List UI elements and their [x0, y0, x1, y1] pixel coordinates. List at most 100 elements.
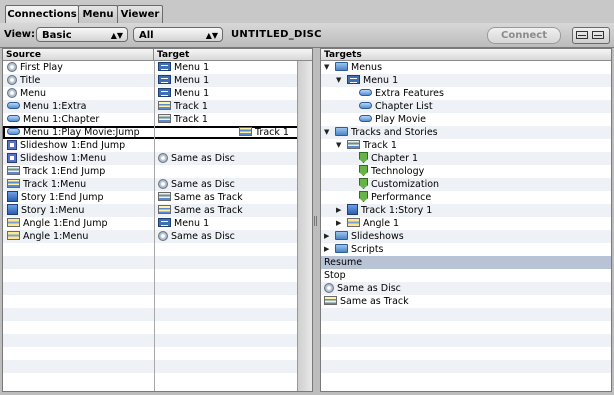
outline-item[interactable]: Performance: [321, 191, 611, 204]
table-row[interactable]: Slideshow 1:End Jump: [3, 139, 299, 152]
target-label: Same as Track: [174, 192, 243, 203]
source-cell: Angle 1:End Jump: [7, 217, 152, 230]
target-label: Track 1: [174, 101, 208, 112]
disclosure-closed-icon[interactable]: ▶: [336, 217, 341, 230]
outline-item-label: Technology: [371, 166, 425, 177]
target-label: Same as Disc: [171, 153, 235, 164]
outline-item[interactable]: ▶ Scripts: [321, 243, 611, 256]
folder-icon: [335, 62, 348, 71]
outline-item[interactable]: ▼ Tracks and Stories: [321, 126, 611, 139]
source-column-header[interactable]: Source: [3, 49, 154, 61]
outline-item[interactable]: Stop: [321, 269, 611, 282]
table-row[interactable]: Menu 1:Extra Track 1: [3, 100, 299, 113]
disclosure-open-icon[interactable]: ▼: [336, 139, 341, 152]
target-column-header[interactable]: Target: [154, 49, 312, 61]
connect-button[interactable]: Connect: [487, 27, 561, 44]
table-row[interactable]: Slideshow 1:Menu Same as Disc: [3, 152, 299, 165]
empty-row: [3, 373, 299, 386]
target-cell[interactable]: Menu 1: [158, 87, 298, 100]
disclosure-open-icon[interactable]: ▼: [336, 74, 341, 87]
angle-icon: [347, 218, 360, 227]
outline-item[interactable]: Technology: [321, 165, 611, 178]
tab-connections[interactable]: Connections: [5, 5, 79, 23]
disc-name: UNTITLED_DISC: [231, 29, 322, 40]
vertical-scrollbar[interactable]: [297, 61, 312, 391]
target-cell[interactable]: Same as Track: [158, 191, 298, 204]
folder-icon: [335, 231, 348, 240]
menu-icon: [158, 75, 171, 84]
target-cell[interactable]: [158, 165, 298, 178]
button-icon: [359, 102, 372, 109]
source-label: Track 1:End Jump: [23, 166, 106, 177]
outline-item[interactable]: Customization: [321, 178, 611, 191]
table-row[interactable]: Story 1:End Jump Same as Track: [3, 191, 299, 204]
target-cell[interactable]: Same as Disc: [158, 178, 298, 191]
target-label: Menu 1: [174, 75, 210, 86]
empty-row: [321, 347, 611, 360]
table-row[interactable]: Menu 1:Chapter Track 1: [3, 113, 299, 126]
outline-item[interactable]: ▶ Slideshows: [321, 230, 611, 243]
target-cell[interactable]: Track 1: [239, 126, 299, 139]
table-row[interactable]: First Play Menu 1: [3, 61, 299, 74]
table-row[interactable]: Angle 1:End Jump Menu 1: [3, 217, 299, 230]
outline-item[interactable]: ▼ Menu 1: [321, 74, 611, 87]
outline-item[interactable]: ▼ Menus: [321, 61, 611, 74]
layout-toggle-button[interactable]: [572, 27, 610, 44]
target-label: Menu 1: [174, 218, 210, 229]
source-label: Slideshow 1:End Jump: [20, 140, 126, 151]
disc-icon: [158, 152, 168, 163]
track-icon: [158, 101, 171, 110]
source-label: Menu 1:Extra: [23, 101, 87, 112]
disclosure-open-icon[interactable]: ▼: [324, 126, 329, 139]
target-cell[interactable]: Menu 1: [158, 217, 298, 230]
table-row[interactable]: Menu Menu 1: [3, 87, 299, 100]
target-cell[interactable]: Menu 1: [158, 61, 298, 74]
table-row[interactable]: Track 1:End Jump: [3, 165, 299, 178]
outline-item[interactable]: Same as Track: [321, 295, 611, 308]
disclosure-closed-icon[interactable]: ▶: [336, 204, 341, 217]
filter-popup[interactable]: All ▲▼: [133, 27, 223, 42]
outline-item[interactable]: ▶ Angle 1: [321, 217, 611, 230]
table-row[interactable]: Track 1:Menu Same as Disc: [3, 178, 299, 191]
slideshow-icon: [7, 152, 17, 163]
table-row[interactable]: Angle 1:Menu Same as Disc: [3, 230, 299, 243]
table-row[interactable]: Menu 1:Play Movie:Jump Track 1: [3, 126, 299, 139]
outline-item[interactable]: Extra Features: [321, 87, 611, 100]
outline-item[interactable]: Same as Disc: [321, 282, 611, 295]
disc-icon: [324, 282, 334, 293]
outline-item[interactable]: Chapter List: [321, 100, 611, 113]
target-cell[interactable]: [158, 139, 298, 152]
menu-icon: [158, 62, 171, 71]
disclosure-closed-icon[interactable]: ▶: [324, 230, 329, 243]
menu-icon: [158, 88, 171, 97]
disclosure-closed-icon[interactable]: ▶: [324, 243, 329, 256]
outline-item[interactable]: Chapter 1: [321, 152, 611, 165]
outline-item[interactable]: Play Movie: [321, 113, 611, 126]
target-label: Menu 1: [174, 62, 210, 73]
view-popup[interactable]: Basic ▲▼: [36, 27, 128, 42]
table-row[interactable]: Title Menu 1: [3, 74, 299, 87]
outline-item-label: Extra Features: [375, 88, 444, 99]
tab-viewer[interactable]: Viewer: [117, 5, 163, 23]
source-cell: Track 1:End Jump: [7, 165, 152, 178]
outline-item[interactable]: Resume: [321, 256, 611, 269]
targets-header: Targets: [321, 49, 611, 61]
target-cell[interactable]: Same as Disc: [158, 230, 298, 243]
pane-splitter[interactable]: [313, 48, 319, 392]
outline-item[interactable]: ▶ Track 1:Story 1: [321, 204, 611, 217]
empty-row: [3, 334, 299, 347]
target-cell[interactable]: Same as Track: [158, 204, 298, 217]
source-cell: Angle 1:Menu: [7, 230, 152, 243]
tab-menu[interactable]: Menu: [78, 5, 118, 23]
outline-item-label: Play Movie: [375, 114, 426, 125]
target-cell[interactable]: Same as Disc: [158, 152, 298, 165]
outline-item[interactable]: ▼ Track 1: [321, 139, 611, 152]
target-cell[interactable]: Track 1: [158, 100, 298, 113]
table-row[interactable]: Story 1:Menu Same as Track: [3, 204, 299, 217]
source-label: Story 1:Menu: [21, 205, 85, 216]
outline-item-label: Menus: [351, 62, 383, 73]
empty-row: [321, 373, 611, 386]
disclosure-open-icon[interactable]: ▼: [324, 61, 329, 74]
target-cell[interactable]: Track 1: [158, 113, 298, 126]
target-cell[interactable]: Menu 1: [158, 74, 298, 87]
